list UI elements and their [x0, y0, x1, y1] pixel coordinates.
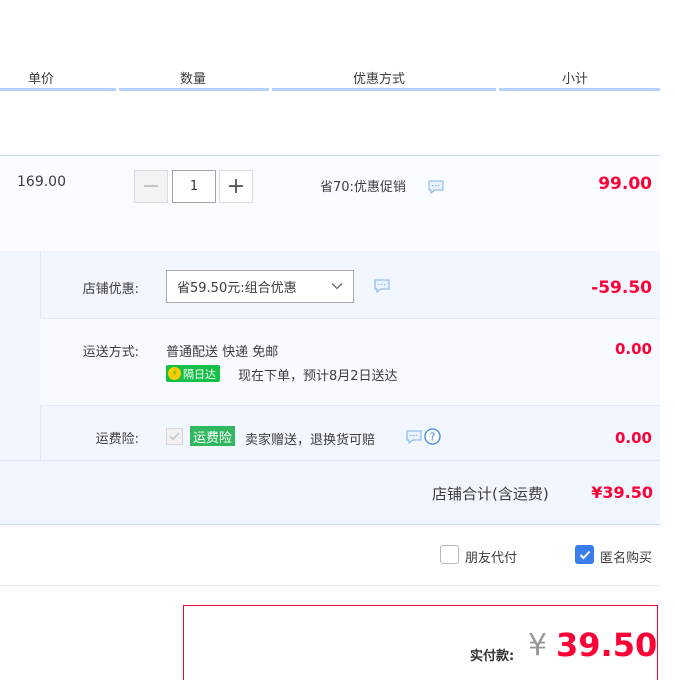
payment-amount: 39.50	[556, 626, 658, 664]
anonymous-checkbox[interactable]	[575, 545, 594, 564]
shop-discount-select[interactable]: 省59.50元:组合优惠	[166, 270, 354, 303]
header-divider	[499, 88, 660, 91]
header-quantity: 数量	[180, 72, 207, 87]
row-divider	[40, 318, 660, 319]
shop-discount-amount: -59.50	[591, 278, 652, 298]
delivery-eta: 现在下单，预计8月2日送达	[238, 369, 398, 384]
unit-price: 169.00	[17, 174, 66, 190]
insurance-label: 运费险:	[95, 432, 139, 447]
message-icon[interactable]	[374, 279, 390, 293]
chevron-down-icon	[331, 283, 343, 290]
quantity-input[interactable]	[172, 170, 216, 203]
row-divider	[0, 460, 660, 461]
insurance-badge: 运费险	[190, 426, 236, 446]
next-day-badge: ⚡ 隔日达	[166, 365, 220, 382]
header-divider	[272, 88, 496, 91]
message-icon[interactable]	[428, 180, 444, 194]
header-unit-price: 单价	[28, 72, 55, 87]
item-promotion: 省70:优惠促销	[320, 180, 406, 195]
checkmark-icon	[579, 550, 590, 559]
header-subtotal: 小计	[562, 72, 589, 87]
shop-discount-select-value: 省59.50元:组合优惠	[177, 281, 297, 296]
header-discount-method: 优惠方式	[353, 72, 406, 87]
anonymous-label[interactable]: 匿名购买	[600, 547, 660, 566]
shop-total-label: 店铺合计(含运费)	[432, 485, 549, 503]
shop-total-amount: ¥39.50	[591, 483, 653, 502]
insurance-description: 卖家赠送，退换货可赔	[245, 433, 376, 448]
item-row	[0, 155, 660, 253]
next-day-badge-label: 隔日达	[183, 367, 216, 381]
header-divider	[0, 88, 116, 91]
insurance-amount: 0.00	[614, 429, 652, 447]
payment-label: 实付款:	[470, 649, 515, 664]
help-icon[interactable]: ?	[424, 428, 441, 445]
header-divider	[119, 88, 269, 91]
svg-text:?: ?	[430, 431, 436, 444]
quantity-increase-button[interactable]: +	[219, 170, 253, 203]
quantity-decrease-button[interactable]: −	[134, 170, 168, 203]
friend-pay-label[interactable]: 朋友代付	[465, 547, 517, 566]
shipping-amount: 0.00	[614, 340, 652, 358]
shop-discount-label: 店铺优惠:	[82, 282, 139, 297]
shipping-panel	[40, 319, 660, 405]
message-icon[interactable]	[406, 430, 422, 444]
shipping-label: 运送方式:	[82, 345, 139, 360]
friend-pay-checkbox[interactable]	[440, 545, 459, 564]
options-divider	[0, 585, 660, 586]
currency-symbol: ¥	[528, 628, 548, 663]
insurance-checkbox[interactable]	[166, 428, 183, 445]
shipping-method: 普通配送 快递 免邮	[166, 345, 279, 360]
item-subtotal: 99.00	[598, 174, 652, 194]
checkmark-icon	[169, 432, 180, 441]
lightning-icon: ⚡	[168, 367, 181, 380]
row-divider	[40, 405, 660, 406]
